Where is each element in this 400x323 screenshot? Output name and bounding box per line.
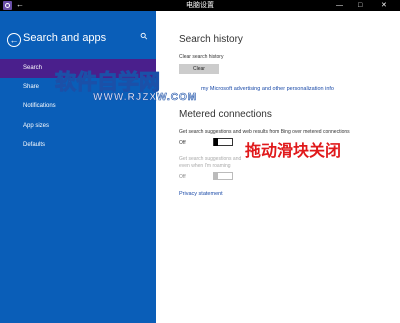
personalization-link[interactable]: my Microsoft advertising and other perso…: [201, 86, 334, 92]
suggestions-label: Get search suggestions and web results f…: [179, 129, 350, 135]
toggle-thumb[interactable]: [214, 138, 218, 146]
title-bar: ← 电脑设置 — □ ✕: [0, 0, 400, 11]
roaming-toggle[interactable]: [213, 172, 233, 180]
watermark-url: WWW.RJZXW.COM: [93, 92, 198, 104]
roaming-label-line2: even when I'm roaming: [179, 163, 231, 169]
clear-search-history-label: Clear search history: [179, 54, 224, 60]
sidebar-title: Search and apps: [23, 32, 107, 44]
roaming-label-line1: Get search suggestions and: [179, 156, 242, 162]
settings-content: Search history Clear search history Clea…: [156, 11, 400, 323]
sidebar-item-app-sizes[interactable]: App sizes: [0, 117, 156, 136]
suggestions-toggle[interactable]: [213, 138, 233, 146]
roaming-toggle-state: Off: [179, 174, 186, 180]
privacy-statement-link[interactable]: Privacy statement: [179, 191, 223, 197]
clear-button[interactable]: Clear: [179, 64, 219, 74]
close-button[interactable]: ✕: [381, 0, 387, 11]
sidebar: ← Search and apps ⚲ Search Share Notific…: [0, 11, 156, 323]
search-icon[interactable]: ⚲: [138, 30, 150, 42]
search-history-heading: Search history: [179, 34, 243, 45]
sidebar-item-defaults[interactable]: Defaults: [0, 136, 156, 155]
metered-connections-heading: Metered connections: [179, 109, 272, 120]
suggestions-toggle-state: Off: [179, 140, 186, 146]
toggle-thumb[interactable]: [214, 172, 218, 180]
maximize-button[interactable]: □: [358, 0, 362, 11]
instruction-overlay: 拖动滑块关闭: [245, 143, 342, 160]
minimize-button[interactable]: —: [336, 0, 343, 11]
back-button[interactable]: ←: [7, 33, 21, 47]
